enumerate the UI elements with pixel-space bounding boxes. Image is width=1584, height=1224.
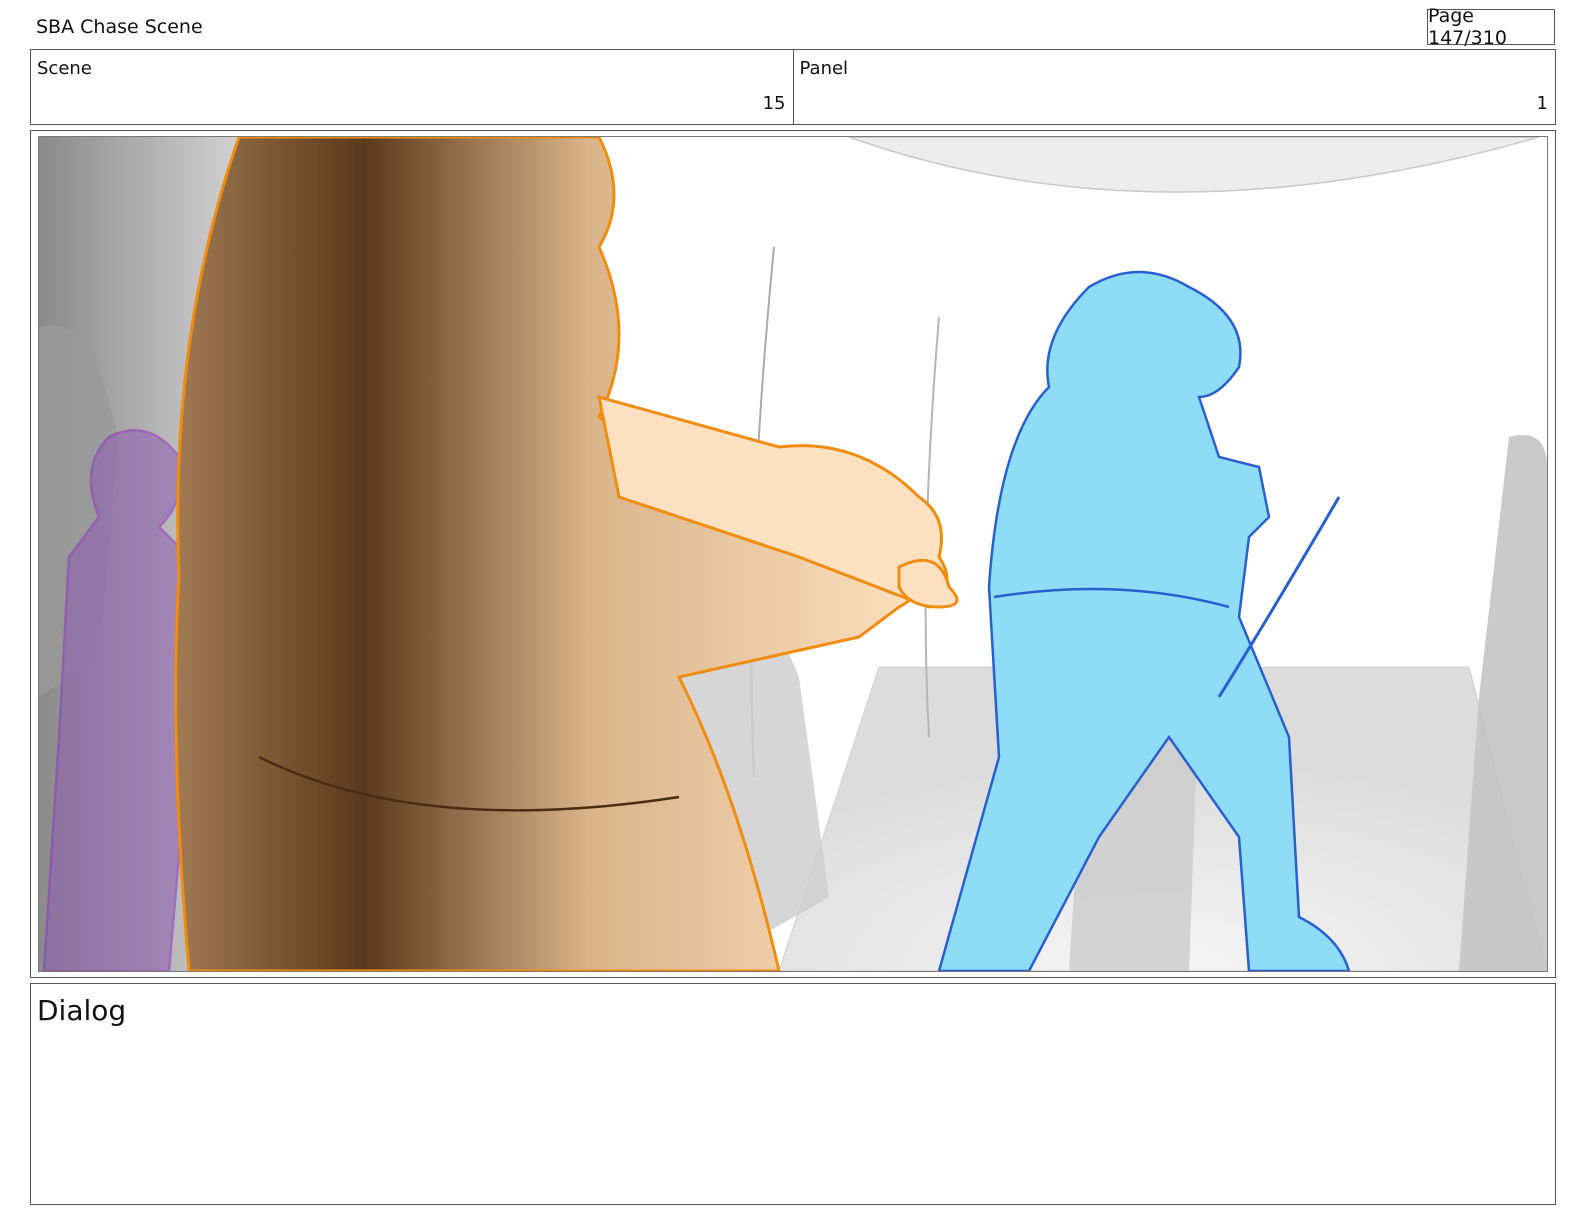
scene-number: 15 [762,93,786,114]
panel-frame [30,130,1556,978]
panel-sketch [39,137,1547,971]
scene-cell: Scene 15 [31,50,793,124]
panel-cell: Panel 1 [792,50,1556,124]
page-number: Page 147/310 [1428,5,1507,49]
panel-number: 1 [1536,93,1548,114]
page-number-box: Page 147/310 [1427,5,1555,49]
storyboard-panel-drawing [38,136,1548,972]
dialog-label: Dialog [37,994,127,1027]
dialog-box: Dialog [30,983,1556,1205]
scene-label: Scene [37,58,92,79]
scene-panel-info-row: Scene 15 Panel 1 [30,49,1556,125]
panel-label: Panel [799,58,849,79]
storyboard-title: SBA Chase Scene [36,16,203,38]
